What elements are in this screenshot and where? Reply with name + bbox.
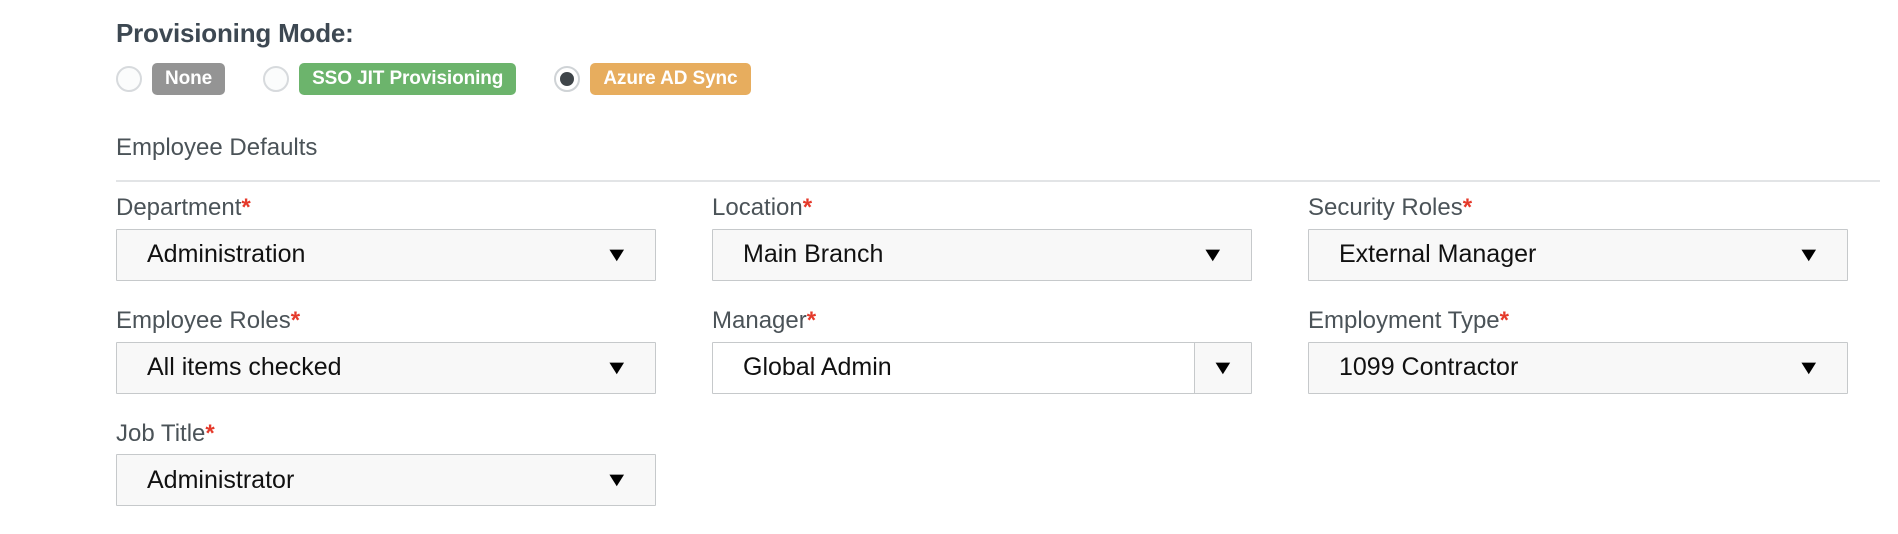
employment-type-select[interactable]: 1099 Contractor ▼ [1308, 341, 1848, 394]
employee-roles-select-value: All items checked [147, 355, 342, 381]
radio-selected-icon[interactable] [554, 66, 581, 93]
row-spacer [116, 281, 1884, 307]
chevron-down-icon: ▼ [604, 243, 630, 266]
chevron-down-icon: ▼ [1796, 356, 1822, 379]
field-employee-roles: Employee Roles* All items checked ▼ [116, 307, 656, 394]
provisioning-mode-title: Provisioning Mode: [116, 18, 354, 48]
form-row: Job Title* Administrator ▼ [116, 420, 1884, 507]
field-manager: Manager* Global Admin ▼ [712, 307, 1252, 394]
employment-type-select-value: 1099 Contractor [1339, 355, 1519, 381]
field-label: Employment Type* [1308, 307, 1848, 336]
field-label: Job Title* [116, 420, 656, 449]
location-select-value: Main Branch [743, 242, 884, 268]
chevron-down-icon: ▼ [1796, 243, 1822, 266]
section-divider [116, 180, 1880, 182]
required-asterisk: * [241, 194, 251, 221]
chevron-down-icon: ▼ [1210, 356, 1236, 379]
field-label-text: Job Title [116, 419, 206, 447]
provisioning-settings-page: Provisioning Mode: None SSO JIT Provisio… [0, 0, 1898, 534]
required-asterisk: * [1462, 194, 1473, 221]
location-select[interactable]: Main Branch ▼ [712, 228, 1252, 281]
job-title-select-value: Administrator [147, 467, 295, 493]
field-label: Manager* [712, 307, 1252, 336]
field-security-roles: Security Roles* External Manager ▼ [1308, 194, 1848, 281]
field-employment-type: Employment Type* 1099 Contractor ▼ [1308, 307, 1848, 394]
required-asterisk: * [290, 306, 301, 334]
provisioning-option-azure-ad-sync[interactable]: Azure AD Sync [554, 63, 751, 96]
field-label: Department* [116, 194, 656, 223]
field-label-text: Department [116, 194, 242, 221]
form-row: Department* Administration ▼ Location* M… [116, 194, 1884, 281]
field-department: Department* Administration ▼ [116, 194, 656, 281]
provisioning-badge-sso-jit[interactable]: SSO JIT Provisioning [299, 63, 517, 96]
chevron-down-icon: ▼ [604, 356, 630, 379]
department-select[interactable]: Administration ▼ [116, 228, 656, 281]
manager-input[interactable]: Global Admin [713, 342, 1194, 393]
required-asterisk: * [806, 306, 817, 334]
security-roles-select[interactable]: External Manager ▼ [1308, 228, 1848, 281]
employee-defaults-form: Department* Administration ▼ Location* M… [116, 194, 1884, 507]
job-title-select[interactable]: Administrator ▼ [116, 454, 656, 507]
required-asterisk: * [205, 419, 215, 447]
form-row: Employee Roles* All items checked ▼ Mana… [116, 307, 1884, 394]
field-label-text: Employment Type [1308, 306, 1500, 334]
chevron-down-icon: ▼ [1200, 243, 1226, 266]
provisioning-badge-none[interactable]: None [152, 63, 226, 96]
provisioning-mode-section: Provisioning Mode: None SSO JIT Provisio… [116, 18, 1880, 96]
provisioning-option-sso-jit[interactable]: SSO JIT Provisioning [263, 63, 517, 96]
row-spacer [116, 394, 1884, 420]
provisioning-mode-radio-group: None SSO JIT Provisioning Azure AD Sync [116, 63, 1880, 96]
provisioning-badge-azure-ad-sync[interactable]: Azure AD Sync [590, 63, 751, 96]
required-asterisk: * [802, 194, 813, 221]
department-select-value: Administration [147, 242, 306, 268]
field-label-text: Location [712, 194, 803, 221]
field-label-text: Manager [712, 306, 807, 334]
employee-defaults-heading: Employee Defaults [116, 134, 318, 161]
provisioning-option-none[interactable]: None [116, 63, 226, 96]
field-label: Location* [712, 194, 1252, 223]
employee-roles-select[interactable]: All items checked ▼ [116, 341, 656, 394]
chevron-down-icon: ▼ [604, 469, 630, 492]
security-roles-select-value: External Manager [1339, 242, 1537, 268]
manager-combobox[interactable]: Global Admin ▼ [712, 341, 1252, 394]
required-asterisk: * [1499, 306, 1509, 334]
field-label: Security Roles* [1308, 194, 1848, 223]
manager-dropdown-button[interactable]: ▼ [1194, 342, 1251, 393]
radio-unselected-icon[interactable] [263, 66, 290, 93]
field-label: Employee Roles* [116, 307, 656, 336]
field-label-text: Security Roles [1308, 194, 1463, 221]
field-location: Location* Main Branch ▼ [712, 194, 1252, 281]
field-job-title: Job Title* Administrator ▼ [116, 420, 656, 507]
field-label-text: Employee Roles [116, 306, 291, 334]
radio-unselected-icon[interactable] [116, 66, 142, 93]
